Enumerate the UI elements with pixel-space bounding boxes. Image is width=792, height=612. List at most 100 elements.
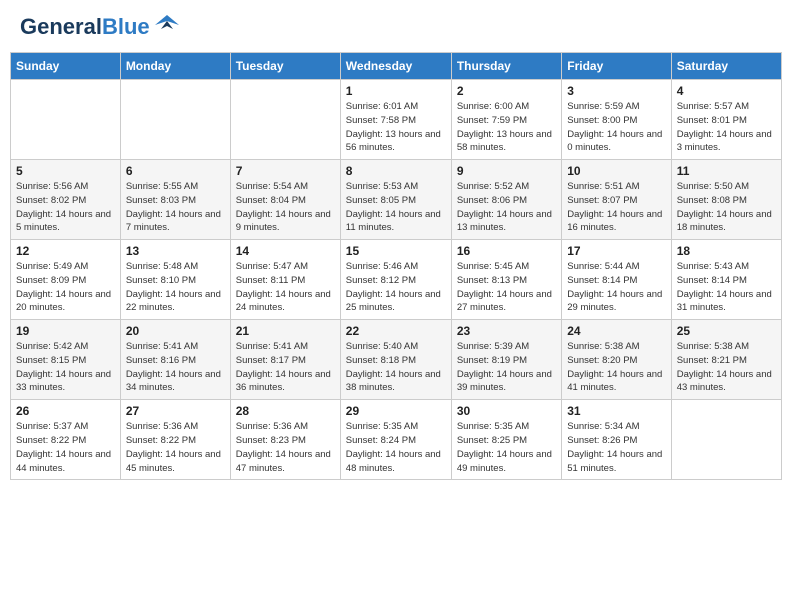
calendar-cell: 10 Sunrise: 5:51 AMSunset: 8:07 PMDayligh… [562,160,671,240]
calendar-cell: 3 Sunrise: 5:59 AMSunset: 8:00 PMDaylight… [562,80,671,160]
col-header-saturday: Saturday [671,53,781,80]
calendar-week-row: 19 Sunrise: 5:42 AMSunset: 8:15 PMDayligh… [11,320,782,400]
day-number: 23 [457,324,556,338]
calendar-cell: 25 Sunrise: 5:38 AMSunset: 8:21 PMDayligh… [671,320,781,400]
logo-bird-icon [153,11,181,39]
day-number: 6 [126,164,225,178]
calendar-cell [671,400,781,480]
day-number: 25 [677,324,776,338]
calendar-cell: 24Sunrise: 5:38 AMSunset: 8:20 PMDayligh… [562,320,671,400]
day-info: Sunrise: 5:37 AMSunset: 8:22 PMDaylight:… [16,420,115,475]
day-number: 21 [236,324,335,338]
day-number: 9 [457,164,556,178]
calendar-cell: 29Sunrise: 5:35 AMSunset: 8:24 PMDayligh… [340,400,451,480]
day-info: Sunrise: 5:36 AMSunset: 8:22 PMDaylight:… [126,420,225,475]
calendar-header-row: SundayMondayTuesdayWednesdayThursdayFrid… [11,53,782,80]
calendar-cell: 5Sunrise: 5:56 AMSunset: 8:02 PMDaylight… [11,160,121,240]
day-info: Sunrise: 5:43 AMSunset: 8:14 PMDaylight:… [677,260,776,315]
calendar-cell: 16 Sunrise: 5:45 AMSunset: 8:13 PMDayligh… [451,240,561,320]
calendar-cell: 2 Sunrise: 6:00 AMSunset: 7:59 PMDaylight… [451,80,561,160]
col-header-tuesday: Tuesday [230,53,340,80]
day-info: Sunrise: 5:35 AMSunset: 8:25 PMDaylight:… [457,420,556,475]
day-number: 3 [567,84,665,98]
day-number: 20 [126,324,225,338]
calendar-cell: 23 Sunrise: 5:39 AMSunset: 8:19 PMDayligh… [451,320,561,400]
day-info: Sunrise: 5:53 AMSunset: 8:05 PMDaylight:… [346,180,446,235]
day-info: Sunrise: 5:41 AMSunset: 8:17 PMDaylight:… [236,340,335,395]
day-info: Sunrise: 5:39 AMSunset: 8:19 PMDaylight:… [457,340,556,395]
day-number: 16 [457,244,556,258]
calendar-cell: 7Sunrise: 5:54 AMSunset: 8:04 PMDaylight… [230,160,340,240]
day-info: Sunrise: 5:57 AMSunset: 8:01 PMDaylight:… [677,100,776,155]
calendar-cell: 9Sunrise: 5:52 AMSunset: 8:06 PMDaylight… [451,160,561,240]
calendar-cell [11,80,121,160]
day-info: Sunrise: 6:00 AMSunset: 7:59 PMDaylight:… [457,100,556,155]
day-number: 15 [346,244,446,258]
day-info: Sunrise: 5:46 AMSunset: 8:12 PMDaylight:… [346,260,446,315]
day-info: Sunrise: 5:34 AMSunset: 8:26 PMDaylight:… [567,420,665,475]
calendar-cell: 11Sunrise: 5:50 AMSunset: 8:08 PMDayligh… [671,160,781,240]
day-info: Sunrise: 5:41 AMSunset: 8:16 PMDaylight:… [126,340,225,395]
calendar-week-row: 1 Sunrise: 6:01 AMSunset: 7:58 PMDaylight… [11,80,782,160]
day-number: 31 [567,404,665,418]
day-number: 28 [236,404,335,418]
calendar-cell: 8 Sunrise: 5:53 AMSunset: 8:05 PMDaylight… [340,160,451,240]
calendar-cell: 14 Sunrise: 5:47 AMSunset: 8:11 PMDayligh… [230,240,340,320]
calendar-cell: 26 Sunrise: 5:37 AMSunset: 8:22 PMDayligh… [11,400,121,480]
col-header-thursday: Thursday [451,53,561,80]
day-info: Sunrise: 5:42 AMSunset: 8:15 PMDaylight:… [16,340,115,395]
day-number: 27 [126,404,225,418]
calendar-cell: 31 Sunrise: 5:34 AMSunset: 8:26 PMDayligh… [562,400,671,480]
day-number: 30 [457,404,556,418]
day-info: Sunrise: 5:38 AMSunset: 8:20 PMDaylight:… [567,340,665,395]
day-info: Sunrise: 5:48 AMSunset: 8:10 PMDaylight:… [126,260,225,315]
day-number: 7 [236,164,335,178]
day-number: 14 [236,244,335,258]
day-number: 1 [346,84,446,98]
day-number: 2 [457,84,556,98]
day-number: 26 [16,404,115,418]
day-info: Sunrise: 5:56 AMSunset: 8:02 PMDaylight:… [16,180,115,235]
day-info: Sunrise: 5:47 AMSunset: 8:11 PMDaylight:… [236,260,335,315]
calendar-cell: 1 Sunrise: 6:01 AMSunset: 7:58 PMDaylight… [340,80,451,160]
calendar-cell: 17 Sunrise: 5:44 AMSunset: 8:14 PMDayligh… [562,240,671,320]
day-number: 4 [677,84,776,98]
day-number: 29 [346,404,446,418]
day-number: 12 [16,244,115,258]
calendar-cell: 21 Sunrise: 5:41 AMSunset: 8:17 PMDayligh… [230,320,340,400]
calendar-cell: 22 Sunrise: 5:40 AMSunset: 8:18 PMDayligh… [340,320,451,400]
calendar-week-row: 26 Sunrise: 5:37 AMSunset: 8:22 PMDayligh… [11,400,782,480]
day-number: 10 [567,164,665,178]
day-number: 17 [567,244,665,258]
calendar-cell: 27 Sunrise: 5:36 AMSunset: 8:22 PMDayligh… [120,400,230,480]
day-number: 19 [16,324,115,338]
calendar-cell: 13 Sunrise: 5:48 AMSunset: 8:10 PMDayligh… [120,240,230,320]
day-info: Sunrise: 6:01 AMSunset: 7:58 PMDaylight:… [346,100,446,155]
page-header: GeneralBlue [10,10,782,44]
calendar-cell: 30 Sunrise: 5:35 AMSunset: 8:25 PMDayligh… [451,400,561,480]
day-number: 13 [126,244,225,258]
day-info: Sunrise: 5:44 AMSunset: 8:14 PMDaylight:… [567,260,665,315]
calendar-cell: 28Sunrise: 5:36 AMSunset: 8:23 PMDayligh… [230,400,340,480]
col-header-wednesday: Wednesday [340,53,451,80]
col-header-sunday: Sunday [11,53,121,80]
calendar-cell: 15 Sunrise: 5:46 AMSunset: 8:12 PMDayligh… [340,240,451,320]
day-number: 8 [346,164,446,178]
day-info: Sunrise: 5:49 AMSunset: 8:09 PMDaylight:… [16,260,115,315]
day-number: 11 [677,164,776,178]
calendar-cell: 18Sunrise: 5:43 AMSunset: 8:14 PMDayligh… [671,240,781,320]
day-info: Sunrise: 5:59 AMSunset: 8:00 PMDaylight:… [567,100,665,155]
calendar-week-row: 12 Sunrise: 5:49 AMSunset: 8:09 PMDayligh… [11,240,782,320]
col-header-friday: Friday [562,53,671,80]
day-info: Sunrise: 5:38 AMSunset: 8:21 PMDaylight:… [677,340,776,395]
day-info: Sunrise: 5:55 AMSunset: 8:03 PMDaylight:… [126,180,225,235]
day-info: Sunrise: 5:40 AMSunset: 8:18 PMDaylight:… [346,340,446,395]
day-info: Sunrise: 5:45 AMSunset: 8:13 PMDaylight:… [457,260,556,315]
calendar-cell: 19 Sunrise: 5:42 AMSunset: 8:15 PMDayligh… [11,320,121,400]
day-info: Sunrise: 5:51 AMSunset: 8:07 PMDaylight:… [567,180,665,235]
day-number: 22 [346,324,446,338]
calendar-cell: 6 Sunrise: 5:55 AMSunset: 8:03 PMDaylight… [120,160,230,240]
calendar-cell [230,80,340,160]
calendar-cell: 12 Sunrise: 5:49 AMSunset: 8:09 PMDayligh… [11,240,121,320]
calendar-cell: 4 Sunrise: 5:57 AMSunset: 8:01 PMDaylight… [671,80,781,160]
